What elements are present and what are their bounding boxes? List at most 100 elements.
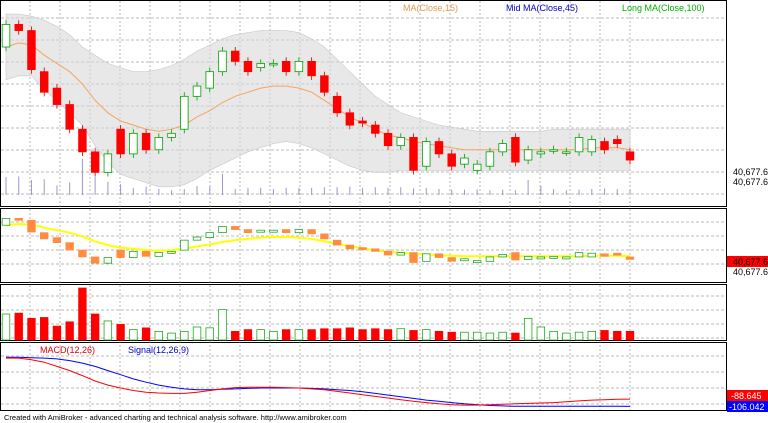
legend-macd: MACD(12,26) [40, 345, 95, 355]
mini-candle [447, 257, 456, 262]
mini-candle [434, 253, 444, 258]
candle-body [409, 137, 418, 171]
legend-ma15: MA(Close,15) [403, 3, 458, 13]
mini-candle [281, 229, 291, 234]
mini-candle [243, 229, 253, 234]
price-label-b: 40,677.6 [733, 177, 768, 187]
volume-bar [600, 330, 609, 341]
volume-bar [434, 330, 444, 341]
candle-body [587, 139, 597, 153]
volume-bar [205, 327, 214, 341]
mini-candle [332, 239, 342, 246]
mini-candle [307, 229, 316, 235]
candle-body [167, 132, 176, 138]
legend-ma100: Long MA(Close,100) [622, 3, 705, 13]
candle-body [90, 151, 100, 173]
volume-bar [141, 327, 151, 341]
candle-body [154, 137, 164, 151]
mini-price-label-a: 40,677.6 [733, 257, 768, 267]
mini-candle [613, 252, 622, 256]
candle-body [294, 60, 304, 73]
candle-body [562, 151, 571, 154]
mini-candle [90, 256, 100, 264]
candle-body [269, 63, 278, 66]
candle-body [307, 60, 316, 77]
mini-candle [129, 250, 138, 258]
volume-bar [307, 329, 316, 341]
volume-bar [65, 321, 74, 341]
volume-bar [154, 330, 163, 341]
volume-bar [371, 328, 380, 341]
mini-candle [269, 229, 278, 233]
amibroker-chart[interactable]: MA(Close,15) Mid MA(Close,45) Long MA(Cl… [0, 0, 768, 423]
legend-ma45: Mid MA(Close,45) [506, 3, 578, 13]
mini-candle [600, 253, 609, 257]
candle-body [141, 132, 151, 151]
candle-body [472, 163, 482, 171]
volume-bar [129, 329, 138, 341]
candle-body [116, 128, 125, 155]
mini-candle [587, 252, 596, 258]
mini-candle [320, 233, 329, 240]
candle-body [511, 137, 520, 163]
mini-candle [78, 249, 87, 258]
candle-body [434, 141, 444, 155]
volume-bar [447, 331, 456, 341]
mini-candle [65, 242, 74, 251]
candle-body [1, 23, 11, 48]
volume-bar [103, 320, 113, 341]
candle-body [231, 50, 240, 62]
mini-candle [103, 257, 113, 264]
candle-body [447, 153, 456, 167]
mini-candle [116, 249, 125, 258]
volume-bar [294, 329, 304, 341]
volume-bar [511, 332, 520, 341]
candle-body [129, 132, 138, 155]
volume-bar [40, 317, 49, 341]
candle-body [39, 71, 49, 93]
candle-body [332, 95, 342, 114]
mini-candle [511, 252, 520, 261]
macd-panel[interactable] [0, 342, 727, 411]
volume-bar [396, 328, 405, 341]
mini-candle [625, 256, 635, 260]
mini-candle [345, 244, 355, 250]
candle-body [523, 149, 533, 161]
volume-bar [536, 326, 546, 341]
volume-bar [574, 331, 584, 341]
candle-body [625, 151, 635, 161]
volume-bar [422, 329, 431, 341]
candle-body [422, 141, 431, 167]
mini-price-label-b: 40,677.6 [733, 267, 768, 277]
candle-body [345, 112, 355, 126]
volume-bar [358, 329, 367, 341]
mini-candle [371, 248, 380, 252]
candle-body [574, 137, 584, 153]
volume-bar [485, 332, 495, 341]
volume-bar [52, 325, 62, 341]
footer-credit: Created with AmiBroker - advanced charti… [4, 413, 347, 422]
mini-candle [14, 218, 23, 221]
candle-body [600, 141, 609, 151]
volume-bar [332, 328, 342, 341]
volume-bar [14, 312, 23, 341]
candle-body [613, 139, 622, 145]
volume-bar [192, 326, 202, 341]
volume-bar [180, 330, 189, 341]
mini-candle [536, 256, 546, 260]
mini-candle [549, 255, 558, 259]
volume-bar [256, 329, 265, 341]
candle-body [396, 137, 405, 147]
volume-bar [1, 313, 11, 341]
mini-candle [52, 237, 62, 243]
mini-candle [422, 253, 431, 262]
candle-body [485, 151, 495, 167]
volume-bar [549, 330, 558, 341]
volume-bar [473, 331, 482, 341]
candle-body [52, 87, 62, 105]
volume-bar [27, 317, 36, 341]
volume-bar [320, 328, 329, 341]
volume-bar [167, 332, 176, 341]
mini-candle [218, 226, 227, 234]
price-label-a: 40,677.6 [733, 167, 768, 177]
